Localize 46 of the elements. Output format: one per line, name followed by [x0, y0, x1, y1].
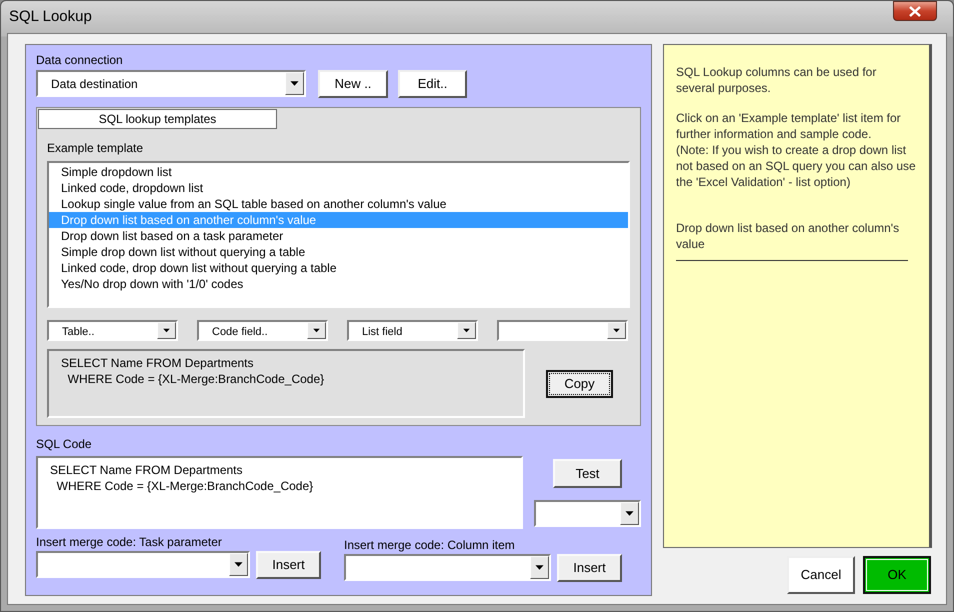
close-icon [909, 6, 921, 16]
list-item[interactable]: Linked code, drop down list without querying a table [49, 260, 628, 276]
field-label: Insert merge code: Column item [344, 538, 516, 552]
caret-icon [607, 322, 626, 339]
list-item[interactable]: Simple drop down list without querying a table [49, 244, 628, 260]
dropdown[interactable] [344, 554, 551, 581]
test-button[interactable]: Test [553, 459, 622, 488]
sql-code-field[interactable]: SELECT Name FROM Departments WHERE Code = {XL-Merge:BranchCode_Code} [36, 456, 523, 529]
caret-icon [157, 322, 176, 339]
dropdown[interactable]: Code field.. [197, 320, 328, 341]
dropdown[interactable]: List field [347, 320, 478, 341]
help-text: SQL Lookup columns can be used for several purposes. [676, 64, 878, 96]
help-text: Click on an 'Example template' list item for further information and sample code. [676, 110, 902, 142]
list-item[interactable]: Drop down list based on a task parameter [49, 228, 628, 244]
list-item[interactable]: Linked code, dropdown list [49, 180, 628, 196]
copy-button[interactable]: Copy [546, 370, 613, 398]
list-item[interactable]: Lookup single value from an SQL table based on another column's value [49, 196, 628, 212]
caret-icon [229, 553, 248, 576]
field-label: Insert merge code: Task parameter [36, 535, 223, 549]
field-label: Data connection [36, 53, 124, 67]
caret-icon [530, 556, 549, 579]
window-title: SQL Lookup [9, 6, 92, 27]
sql-preview: SELECT Name FROM Departments WHERE Code = {XL-Merge:BranchCode_Code} [47, 349, 525, 418]
description-text: Drop down list based on another column's value [676, 220, 900, 252]
tab[interactable]: SQL lookup templates [38, 109, 277, 129]
list-item[interactable]: Yes/No drop down with '1/0' codes [49, 276, 628, 292]
cancel-button[interactable]: Cancel [787, 556, 855, 594]
list-item[interactable]: Simple dropdown list [49, 164, 628, 180]
close-button[interactable] [893, 1, 937, 21]
ok-button[interactable]: OK [863, 556, 931, 594]
dropdown[interactable] [36, 551, 250, 578]
dropdown[interactable] [534, 500, 641, 527]
dropdown[interactable]: Data destination [36, 70, 306, 97]
caret-icon [285, 72, 304, 95]
dropdown[interactable]: Table.. [47, 320, 178, 341]
caret-icon [307, 322, 326, 339]
caret-icon [457, 322, 476, 339]
field-label: Example template [47, 141, 144, 155]
dropdown[interactable] [497, 320, 628, 341]
edit-button[interactable]: Edit.. [398, 70, 467, 98]
caret-icon [620, 502, 639, 525]
new-button[interactable]: New .. [318, 70, 388, 98]
insert-button[interactable]: Insert [256, 551, 321, 579]
field-label: SQL Code [36, 437, 93, 451]
help-text: (Note: If you wish to create a drop down list not based on an SQL query you can also use the 'Excel Validation' - list option) [676, 142, 917, 190]
insert-button[interactable]: Insert [557, 554, 622, 582]
